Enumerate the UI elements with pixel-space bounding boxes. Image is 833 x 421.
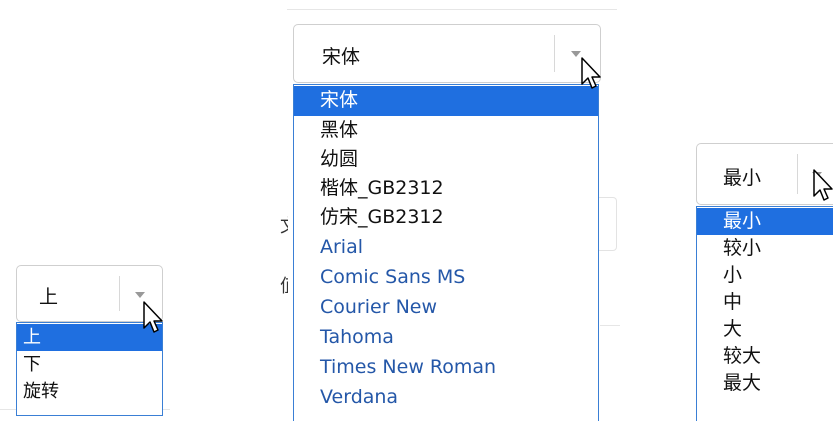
dropdown-option[interactable]: 宋体 (294, 86, 598, 116)
dropdown-option[interactable]: 中 (697, 289, 833, 316)
dropdown-option[interactable]: 最大 (697, 370, 833, 397)
size-select-value: 最小 (723, 167, 762, 189)
font-select[interactable]: 宋体 (293, 24, 601, 83)
dropdown-option[interactable]: 下 (17, 351, 162, 378)
mouse-cursor-icon (143, 301, 163, 333)
background-input (596, 197, 617, 251)
select-separator (119, 276, 120, 311)
dropdown-option[interactable]: 最小 (697, 208, 833, 235)
dropdown-option[interactable]: 黑体 (294, 116, 598, 145)
position-dropdown-list: 上 下 旋转 (16, 322, 163, 416)
dropdown-option[interactable]: Verdana (294, 382, 598, 412)
dropdown-option[interactable]: 较小 (697, 235, 833, 262)
mouse-cursor-icon (581, 57, 601, 89)
dropdown-option[interactable]: Courier New (294, 292, 598, 322)
dropdown-option[interactable]: 小 (697, 262, 833, 289)
dropdown-option[interactable]: 仿宋_GB2312 (294, 203, 598, 232)
dropdown-option[interactable]: Times New Roman (294, 352, 598, 382)
dropdown-option[interactable]: Arial (294, 232, 598, 262)
select-separator (797, 154, 798, 194)
dropdown-option[interactable]: 上 (17, 324, 162, 351)
background-label: 文 (280, 212, 288, 238)
dropdown-option[interactable]: 旋转 (17, 378, 162, 405)
divider-line (287, 9, 617, 10)
position-select-value: 上 (39, 286, 59, 308)
dropdown-option[interactable]: Tahoma (294, 322, 598, 352)
dropdown-option[interactable]: 大 (697, 316, 833, 343)
dropdown-option[interactable]: 幼圆 (294, 145, 598, 174)
position-select[interactable]: 上 (16, 265, 163, 322)
select-separator (554, 35, 555, 72)
font-select-value: 宋体 (322, 46, 361, 68)
dropdown-option[interactable]: Comic Sans MS (294, 262, 598, 292)
dropdown-option[interactable]: 较大 (697, 343, 833, 370)
font-dropdown-list: 宋体 黑体 幼圆 楷体_GB2312 仿宋_GB2312 Arial Comic… (293, 84, 599, 421)
divider-line (600, 325, 620, 326)
mouse-cursor-icon (813, 169, 833, 201)
chevron-down-icon[interactable] (135, 292, 145, 298)
size-dropdown-list: 最小 较小 小 中 大 较大 最大 (696, 206, 833, 421)
dropdown-option[interactable]: 楷体_GB2312 (294, 174, 598, 203)
background-label: 值 (280, 272, 288, 298)
